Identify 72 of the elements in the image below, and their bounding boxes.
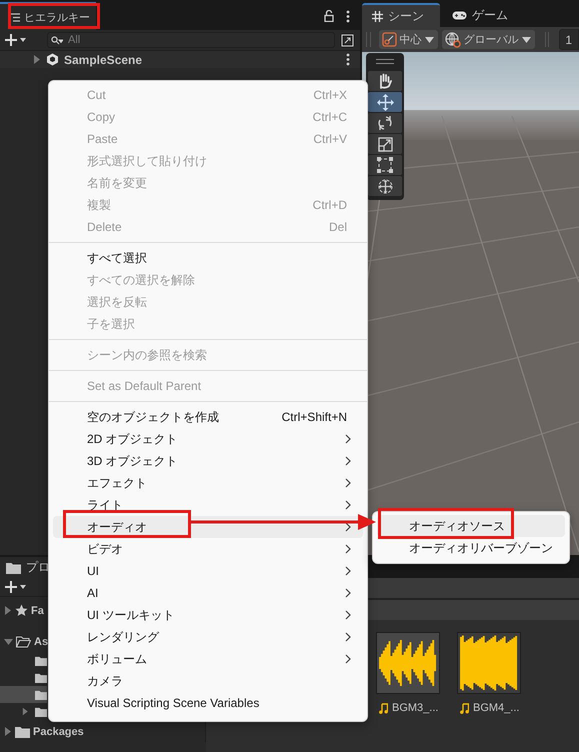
folder-item[interactable]: As bbox=[34, 636, 48, 648]
move-icon[interactable] bbox=[376, 94, 394, 110]
add-icon[interactable] bbox=[5, 581, 27, 593]
caret-icon bbox=[424, 36, 434, 42]
scene-item[interactable]: SampleScene bbox=[64, 52, 142, 66]
globe-icon bbox=[444, 32, 461, 48]
menu-item[interactable]: ボリューム bbox=[53, 648, 363, 670]
expand-arrow-icon[interactable] bbox=[22, 707, 29, 716]
rotate-icon[interactable] bbox=[377, 115, 393, 131]
menu-item[interactable]: ビデオ bbox=[53, 538, 363, 560]
folder-icon bbox=[15, 726, 30, 738]
space-dropdown[interactable]: グローバル bbox=[442, 30, 535, 49]
expanded-arrow-icon[interactable] bbox=[4, 638, 13, 646]
menu-item[interactable]: レンダリング bbox=[53, 626, 363, 648]
menu-icon[interactable] bbox=[10, 12, 20, 22]
menu-item[interactable]: カメラ bbox=[53, 670, 363, 692]
tool-button[interactable] bbox=[368, 176, 402, 196]
rect-tool-icon[interactable] bbox=[377, 157, 393, 173]
add-icon[interactable] bbox=[5, 34, 27, 46]
gamepad-icon bbox=[452, 10, 467, 20]
hand-icon[interactable] bbox=[377, 73, 393, 89]
folder-icon bbox=[34, 672, 47, 684]
more-icon[interactable] bbox=[346, 53, 350, 66]
tool-button[interactable] bbox=[368, 71, 402, 91]
folder-icon bbox=[34, 688, 47, 700]
scale-icon[interactable] bbox=[378, 136, 392, 152]
folder-icon bbox=[34, 654, 47, 666]
pivot-dropdown[interactable]: 中心 bbox=[378, 30, 438, 49]
tool-button[interactable] bbox=[368, 155, 402, 175]
menu-item[interactable]: オーディオリバーブゾーン bbox=[377, 537, 565, 559]
menu-item[interactable]: エフェクト bbox=[53, 472, 363, 494]
expand-arrow-icon[interactable] bbox=[33, 55, 41, 64]
menu-item[interactable]: AI bbox=[53, 582, 363, 604]
menu-item[interactable]: UI ツールキット bbox=[53, 604, 363, 626]
waveform-drawing bbox=[458, 633, 520, 693]
more-icon[interactable] bbox=[346, 10, 350, 22]
menu-item[interactable]: ライト bbox=[53, 494, 363, 516]
search-field[interactable]: All bbox=[47, 32, 335, 48]
music-note-icon bbox=[379, 702, 388, 714]
view-tab[interactable]: ゲーム bbox=[442, 3, 518, 27]
menu-item[interactable]: UI bbox=[53, 560, 363, 582]
tool-button[interactable] bbox=[368, 92, 402, 112]
menu-item[interactable]: すべて選択 bbox=[53, 247, 363, 269]
menu-item[interactable]: オーディオソース bbox=[377, 515, 565, 537]
folder-row[interactable] bbox=[0, 686, 47, 703]
expand-icon[interactable] bbox=[341, 34, 354, 46]
asset-label[interactable]: BGM3_... bbox=[392, 702, 438, 714]
transform-icon[interactable] bbox=[376, 178, 394, 194]
asset-label[interactable]: BGM4_... bbox=[473, 702, 520, 714]
music-note-icon bbox=[460, 702, 469, 714]
menu-item[interactable]: 2D オブジェクト bbox=[53, 428, 363, 450]
menu-item[interactable]: 空のオブジェクトを作成 Ctrl+Shift+N bbox=[53, 406, 363, 428]
grid-icon bbox=[372, 10, 383, 22]
folder-item[interactable]: Packages bbox=[33, 726, 84, 738]
lock-icon[interactable] bbox=[324, 10, 334, 22]
expand-arrow-icon[interactable] bbox=[4, 606, 12, 615]
tool-button[interactable] bbox=[368, 134, 402, 154]
caret-icon bbox=[522, 36, 531, 42]
expand-arrow-icon[interactable] bbox=[4, 727, 12, 736]
snap-field[interactable]: 1 bbox=[559, 29, 579, 50]
view-tab[interactable]: シーン bbox=[362, 3, 440, 27]
project-tab[interactable]: プロ bbox=[0, 557, 50, 578]
folder-icon bbox=[16, 636, 31, 648]
waveform-drawing bbox=[377, 633, 439, 693]
star-icon bbox=[15, 604, 28, 617]
menu-item[interactable]: 3D オブジェクト bbox=[53, 450, 363, 472]
folder-icon bbox=[34, 706, 47, 718]
pivot-icon bbox=[382, 32, 397, 47]
tool-button[interactable] bbox=[368, 113, 402, 133]
favorites-item[interactable]: Fa bbox=[31, 604, 44, 616]
folder-icon bbox=[6, 562, 21, 574]
menu-item[interactable]: Visual Scripting Scene Variables bbox=[53, 692, 363, 714]
